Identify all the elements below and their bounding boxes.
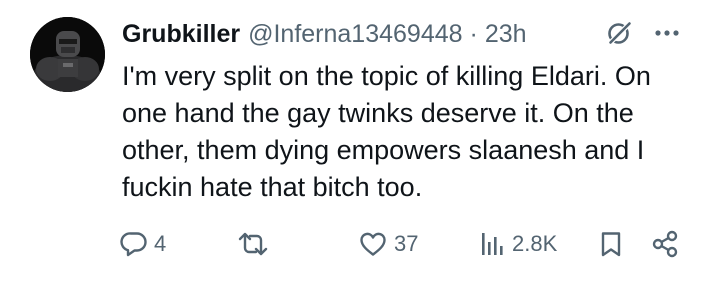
bookmark-button[interactable]	[598, 224, 624, 264]
reply-icon	[120, 232, 147, 257]
tweet-text: I'm very split on the topic of killing E…	[122, 61, 651, 202]
views-button[interactable]: 2.8K	[478, 224, 557, 264]
reply-count: 4	[154, 231, 167, 256]
armored-warrior-avatar-image	[30, 17, 105, 92]
retweet-icon	[238, 232, 268, 256]
retweet-button[interactable]	[237, 224, 275, 264]
reply-button[interactable]: 4	[120, 224, 166, 264]
views-count: 2.8K	[512, 231, 558, 256]
bookmark-icon	[601, 232, 621, 257]
heart-icon	[360, 232, 386, 256]
analytics-icon	[482, 233, 503, 255]
separator-dot: ·	[469, 19, 478, 48]
tweet-card[interactable]: Grubkiller @Inferna13469448 · 23h I'm ve…	[0, 0, 716, 285]
author-display-name[interactable]: Grubkiller	[122, 20, 240, 49]
tweet-timestamp[interactable]: 23h	[485, 20, 527, 49]
author-handle[interactable]: @Inferna13469448	[248, 20, 462, 49]
grok-icon[interactable]	[606, 20, 632, 46]
like-button[interactable]: 37	[358, 224, 418, 264]
more-icon[interactable]	[652, 20, 682, 46]
share-icon	[652, 230, 678, 258]
like-count: 37	[394, 231, 419, 256]
share-button[interactable]	[650, 224, 680, 264]
tweet-header: Grubkiller @Inferna13469448 · 23h	[122, 17, 527, 51]
avatar[interactable]	[30, 17, 105, 92]
tweet-actions: 4 37 2.8K	[120, 224, 690, 264]
